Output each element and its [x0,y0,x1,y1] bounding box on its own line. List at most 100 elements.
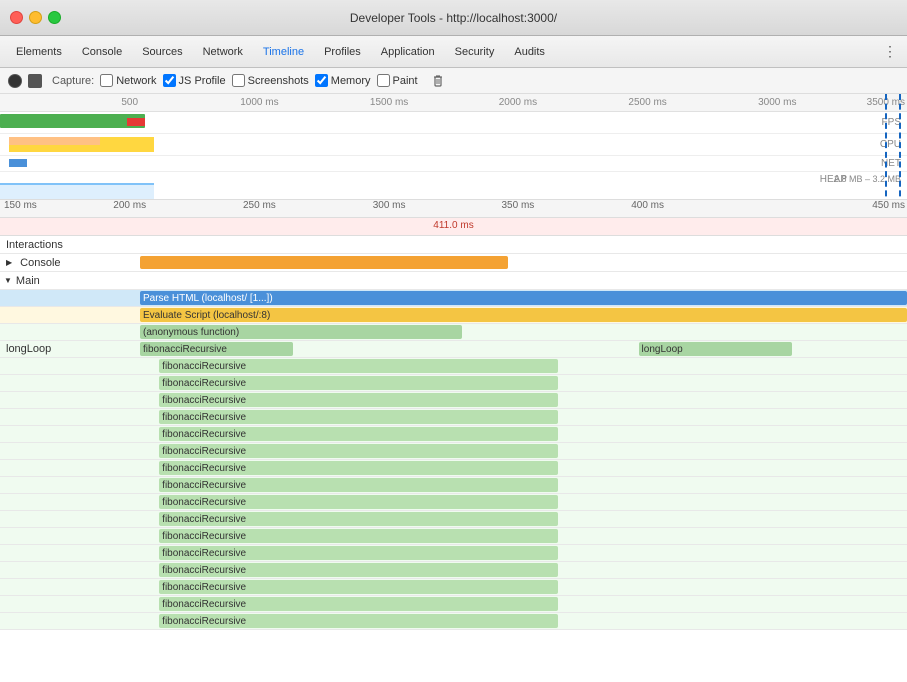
highlight-bar: 411.0 ms [0,218,907,236]
fib-label-10 [0,511,140,527]
console-triangle[interactable]: ▶ [6,258,12,267]
timeline-ms-row: 150 ms 200 ms 250 ms 300 ms 350 ms 400 m… [0,200,907,218]
fib-block-7[interactable]: fibonacciRecursive [159,461,558,475]
tab-application[interactable]: Application [371,42,445,62]
fib-block-16[interactable]: fibonacciRecursive [159,614,558,628]
screenshots-checkbox[interactable] [232,74,245,87]
fib-block-9[interactable]: fibonacciRecursive [159,495,558,509]
fib-row-7: fibonacciRecursive [0,460,907,477]
close-button[interactable] [10,11,23,24]
record-button[interactable] [8,74,22,88]
minimize-button[interactable] [29,11,42,24]
tab-elements[interactable]: Elements [6,42,72,62]
tab-network[interactable]: Network [193,42,253,62]
parse-html-block[interactable]: Parse HTML (localhost/ [1...]) [140,291,907,305]
console-content [140,254,907,271]
js-profile-checkbox[interactable] [163,74,176,87]
fib-block-13[interactable]: fibonacciRecursive [159,563,558,577]
fib-row-2: fibonacciRecursive [0,375,907,392]
checkbox-network[interactable]: Network [100,74,156,87]
tab-sources[interactable]: Sources [132,42,192,62]
more-options-button[interactable]: ⋮ [879,41,901,63]
capture-bar: Capture: Network JS Profile Screenshots … [0,68,907,94]
evaluate-script-block[interactable]: Evaluate Script (localhost/:8) [140,308,907,322]
fib-content-16: fibonacciRecursive [140,613,907,629]
main-section-header: ▼ Main [0,272,907,290]
fib-block-11[interactable]: fibonacciRecursive [159,529,558,543]
fib-row-13: fibonacciRecursive [0,562,907,579]
fib-label-9 [0,494,140,510]
fib-block-10[interactable]: fibonacciRecursive [159,512,558,526]
checkbox-screenshots[interactable]: Screenshots [232,74,309,87]
fib-block-2[interactable]: fibonacciRecursive [159,376,558,390]
fib-content-4: fibonacciRecursive [140,409,907,425]
chart-ruler: 500 1000 ms 1500 ms 2000 ms 2500 ms 3000… [0,94,907,112]
tab-security[interactable]: Security [445,42,505,62]
fib-block-1[interactable]: fibonacciRecursive [159,359,558,373]
checkbox-memory[interactable]: Memory [315,74,371,87]
evaluate-script-content: Evaluate Script (localhost/:8) [140,307,907,323]
fib-content-13: fibonacciRecursive [140,562,907,578]
longloop-content: fibonacciRecursive longLoop [140,341,907,357]
fib-content-15: fibonacciRecursive [140,596,907,612]
main-triangle[interactable]: ▼ [4,276,12,285]
tab-audits[interactable]: Audits [504,42,555,62]
maximize-button[interactable] [48,11,61,24]
scrollable-content[interactable]: Interactions ▶ Console ▼ Main Parse HT [0,236,907,682]
parse-html-content: Parse HTML (localhost/ [1...]) [140,290,907,306]
longloop-label: longLoop [0,341,140,357]
capture-label: Capture: [52,75,94,87]
anon-function-block[interactable]: (anonymous function) [140,325,462,339]
fib-content-5: fibonacciRecursive [140,426,907,442]
fib-row-1: fibonacciRecursive [0,358,907,375]
title-bar: Developer Tools - http://localhost:3000/ [0,0,907,36]
cpu-label: CPU [880,139,901,150]
net-label: NET [881,158,901,169]
fib-label-11 [0,528,140,544]
checkbox-js-profile[interactable]: JS Profile [163,74,226,87]
fib-block-12[interactable]: fibonacciRecursive [159,546,558,560]
evaluate-script-label [0,307,140,323]
network-checkbox[interactable] [100,74,113,87]
tab-profiles[interactable]: Profiles [314,42,371,62]
fib-row-4: fibonacciRecursive [0,409,907,426]
fib-content-3: fibonacciRecursive [140,392,907,408]
console-bar [140,256,508,269]
interactions-label: Interactions [0,239,140,251]
fib-content-7: fibonacciRecursive [140,460,907,476]
fib-block-15[interactable]: fibonacciRecursive [159,597,558,611]
fib-row-12: fibonacciRecursive [0,545,907,562]
fib-block-14[interactable]: fibonacciRecursive [159,580,558,594]
interactions-content [140,236,907,253]
net-row: NET [0,156,907,172]
fib-content-14: fibonacciRecursive [140,579,907,595]
checkbox-paint[interactable]: Paint [377,74,418,87]
fib-row-3: fibonacciRecursive [0,392,907,409]
stop-button[interactable] [28,74,42,88]
longloop-block-2[interactable]: longLoop [639,342,792,356]
paint-checkbox[interactable] [377,74,390,87]
timeline-chart-wrapper: 500 1000 ms 1500 ms 2000 ms 2500 ms 3000… [0,94,907,200]
fib-row-6: fibonacciRecursive [0,443,907,460]
fib-block-8[interactable]: fibonacciRecursive [159,478,558,492]
fib-label-2 [0,375,140,391]
fib-content-2: fibonacciRecursive [140,375,907,391]
parse-html-label [0,290,140,306]
fib-block-5[interactable]: fibonacciRecursive [159,427,558,441]
fib-content-9: fibonacciRecursive [140,494,907,510]
fib-row-8: fibonacciRecursive [0,477,907,494]
fps-bar-green [0,114,145,128]
fib-block-4[interactable]: fibonacciRecursive [159,410,558,424]
fib-row-16: fibonacciRecursive [0,613,907,630]
longloop-block-1[interactable]: fibonacciRecursive [140,342,293,356]
clear-button[interactable] [428,71,448,91]
anon-function-row: (anonymous function) [0,324,907,341]
parse-html-row: Parse HTML (localhost/ [1...]) [0,290,907,307]
evaluate-script-row: Evaluate Script (localhost/:8) [0,307,907,324]
fib-block-6[interactable]: fibonacciRecursive [159,444,558,458]
memory-checkbox[interactable] [315,74,328,87]
fib-block-3[interactable]: fibonacciRecursive [159,393,558,407]
tab-timeline[interactable]: Timeline [253,42,314,62]
fps-bar-red [127,118,145,126]
tab-console[interactable]: Console [72,42,132,62]
